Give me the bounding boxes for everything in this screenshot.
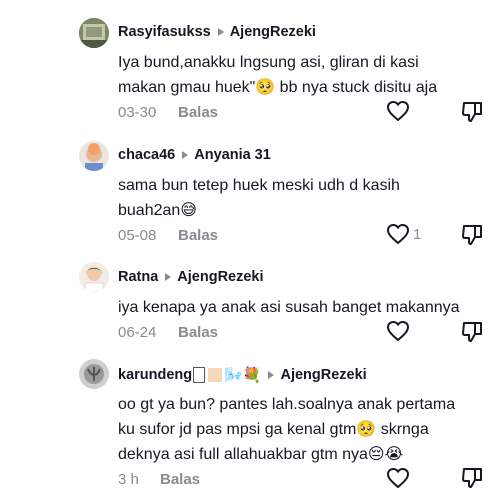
heart-outline-icon [387, 101, 409, 121]
reply-to-username[interactable]: AjengRezeki [177, 269, 263, 285]
thumbs-down-outline-icon [462, 468, 482, 488]
avatar[interactable] [79, 18, 109, 48]
reply-to-username[interactable]: Anyania 31 [194, 147, 271, 163]
comment-header: chaca46 Anyania 31 [118, 147, 271, 163]
username-emoji: 🌬️💐 [224, 366, 262, 384]
reply-button[interactable]: Balas [160, 471, 200, 488]
username[interactable]: Rasyifasukss [118, 24, 211, 40]
comment-text: oo gt ya bun? pantes lah.soalnya anak pe… [118, 396, 456, 463]
username[interactable]: Ratna [118, 269, 158, 285]
comment-text: sama bun tetep huek meski udh d kasih bu… [118, 177, 400, 219]
skin-tone-swatch-icon [208, 368, 223, 382]
reply-button[interactable]: Balas [178, 324, 218, 341]
avatar-image [79, 359, 109, 389]
comment-time: 03-30 [118, 104, 157, 121]
thumbs-down-outline-icon [462, 102, 482, 122]
avatar[interactable] [79, 262, 109, 292]
avatar-image [79, 18, 109, 48]
play-triangle-icon [165, 273, 172, 281]
comment-text: iya kenapa ya anak asi susah banget maka… [118, 299, 460, 316]
avatar[interactable] [79, 359, 109, 389]
comment-time: 05-08 [118, 227, 157, 244]
dislike-button[interactable] [460, 100, 484, 124]
like-count: 1 [413, 225, 422, 243]
username[interactable]: karundeng [118, 367, 192, 383]
unsupported-glyph-icon [193, 367, 206, 383]
comment-header: Ratna AjengRezeki [118, 269, 264, 285]
comment-header: Rasyifasukss AjengRezeki [118, 24, 316, 40]
dislike-button[interactable] [460, 320, 484, 344]
play-triangle-icon [268, 371, 275, 379]
play-triangle-icon [182, 151, 189, 159]
like-button[interactable] [386, 466, 412, 490]
reply-to-username[interactable]: AjengRezeki [280, 367, 366, 383]
heart-outline-icon [387, 321, 409, 341]
reply-button[interactable]: Balas [178, 227, 218, 244]
play-triangle-icon [217, 28, 224, 36]
thumbs-down-outline-icon [462, 225, 482, 245]
comment-meta: 3 h Balas [118, 471, 200, 488]
avatar[interactable] [79, 141, 109, 171]
like-button[interactable] [386, 319, 412, 343]
comment-meta: 06-24 Balas [118, 324, 218, 341]
comment-text: Iya bund,anakku lngsung asi, gliran di k… [118, 54, 438, 96]
avatar-image [79, 141, 109, 171]
comment-meta: 05-08 Balas [118, 227, 218, 244]
like-button[interactable]: 1 [386, 222, 426, 246]
comment-time: 3 h [118, 471, 139, 488]
dislike-button[interactable] [460, 466, 484, 490]
reply-button[interactable]: Balas [178, 104, 218, 121]
username[interactable]: chaca46 [118, 147, 175, 163]
heart-outline-icon [387, 468, 409, 488]
comment-header: karundeng 🌬️💐 AjengRezeki [118, 366, 367, 384]
heart-outline-icon [387, 224, 409, 244]
reply-to-username[interactable]: AjengRezeki [230, 24, 316, 40]
dislike-button[interactable] [460, 223, 484, 247]
thumbs-down-outline-icon [462, 322, 482, 342]
avatar-image [79, 262, 109, 292]
comment-time: 06-24 [118, 324, 157, 341]
comment-meta: 03-30 Balas [118, 104, 218, 121]
like-button[interactable] [386, 99, 412, 123]
